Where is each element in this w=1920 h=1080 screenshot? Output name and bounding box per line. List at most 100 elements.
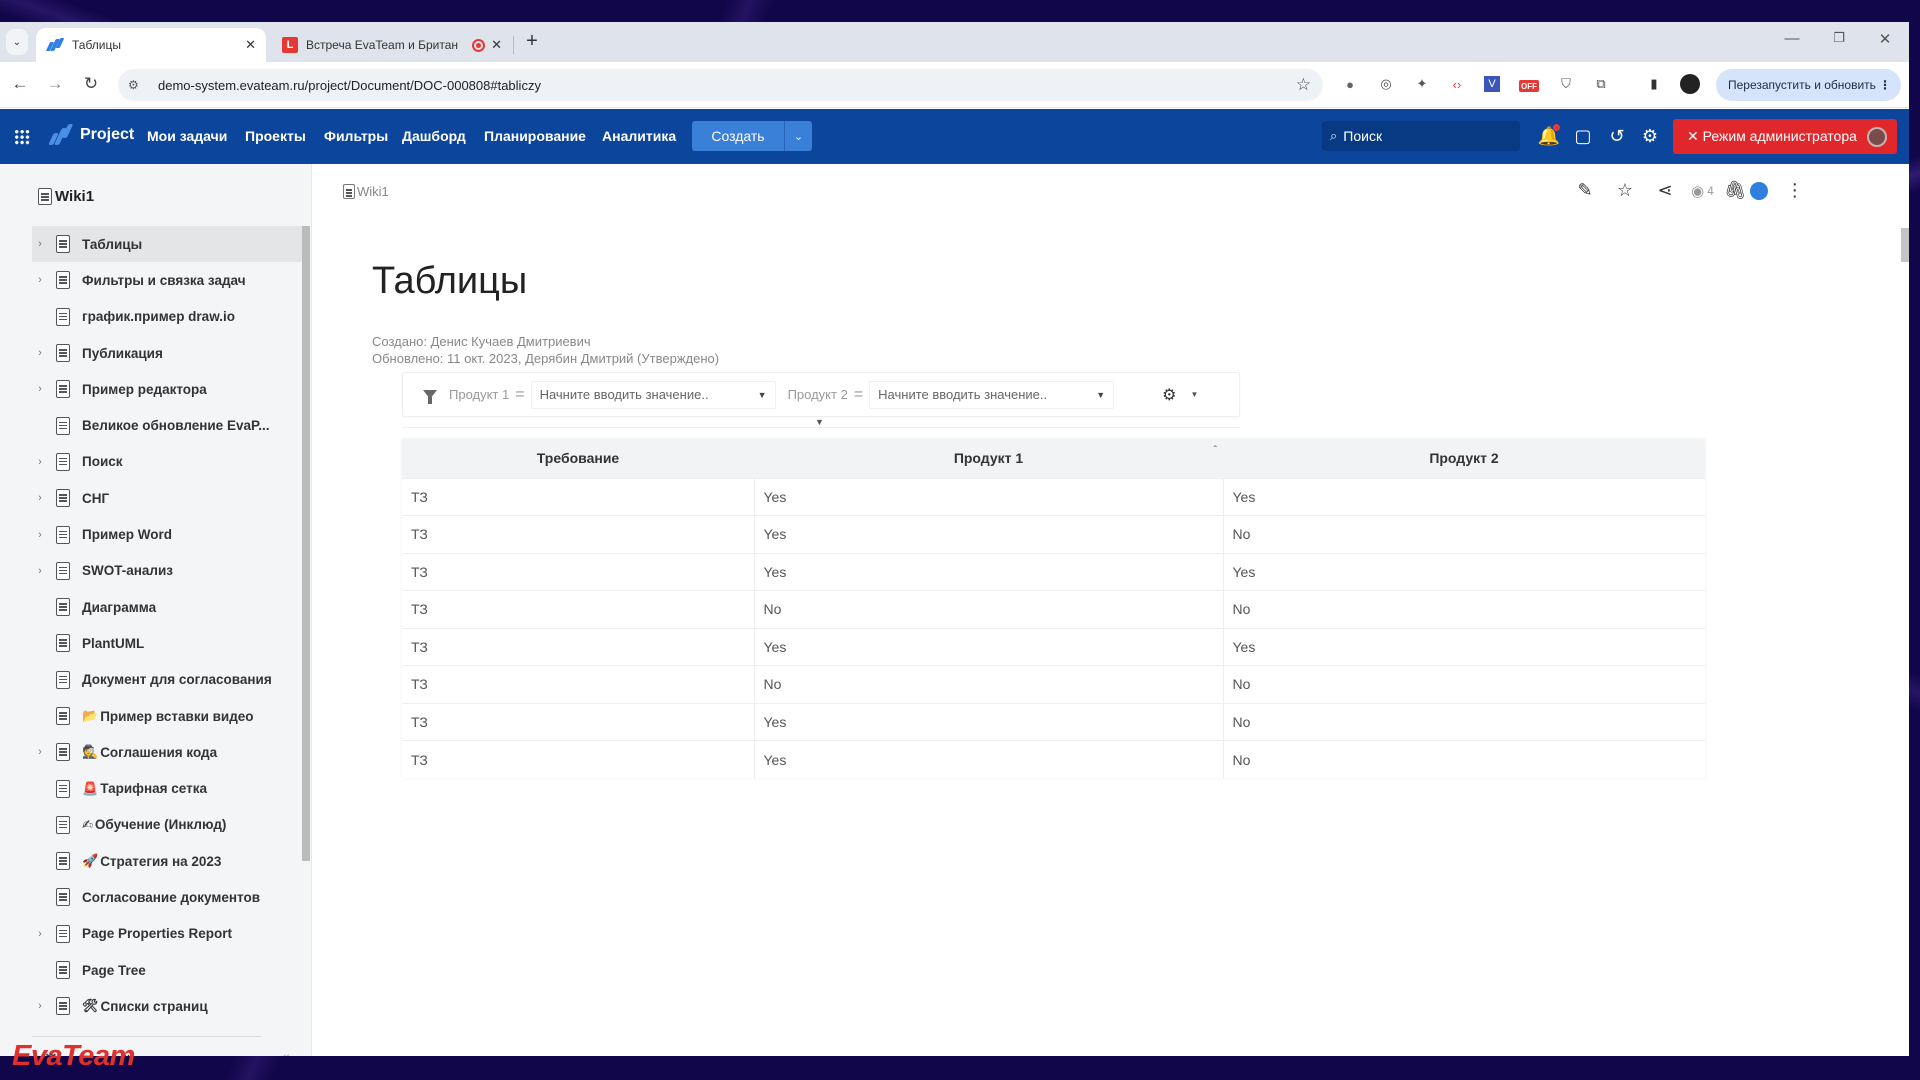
table-cell[interactable]: ТЗ [402,515,754,553]
more-options-icon[interactable]: ⋮ [1786,180,1804,201]
code-ext-icon[interactable]: ‹› [1447,74,1467,94]
sidebar-item[interactable]: › 🕵 Соглашения кода [32,734,302,770]
tab-search-button[interactable]: ⌄ [6,29,28,55]
sidebar-item[interactable]: › Пример редактора [32,371,302,407]
table-cell[interactable]: Yes [753,552,1223,591]
table-cell[interactable]: ТЗ [402,590,754,628]
table-cell[interactable]: Yes [1222,477,1705,516]
table-cell[interactable]: Yes [753,740,1223,778]
sidebar-item[interactable]: › 🛠 Списки страниц [32,988,302,1024]
minimize-icon[interactable]: — [1780,30,1804,47]
share-icon[interactable]: ⋖ [1651,180,1679,201]
nav-analytics[interactable]: Аналитика [602,128,676,144]
sidebar-item[interactable]: Page Tree [32,952,302,988]
table-cell[interactable]: Yes [753,627,1223,666]
chevron-right-icon[interactable]: › [32,1000,48,1012]
nav-dashboard[interactable]: Дашборд [402,128,466,144]
chevron-right-icon[interactable]: › [32,383,48,395]
filter-product2-select[interactable]: Начните вводить значение.. ▼ [869,380,1115,409]
table-cell[interactable]: No [753,590,1223,628]
search-input[interactable]: ⌕ Поиск [1322,121,1520,151]
chevron-right-icon[interactable]: › [32,928,48,940]
table-cell[interactable]: ТЗ [402,740,754,778]
filter-settings-gear-icon[interactable]: ⚙ [1162,385,1176,405]
globe-ext-icon[interactable]: ● [1340,74,1360,94]
tab-tablicy[interactable]: Таблицы ✕ [36,28,266,62]
shield-check-ext-icon[interactable]: ⛉ [1556,74,1576,94]
new-tab-button[interactable]: + [520,30,544,53]
table-cell[interactable]: No [1222,590,1705,628]
attachment-icon[interactable]: 🖇 [1724,180,1747,201]
filter-product1-select[interactable]: Начните вводить значение.. ▼ [530,380,776,409]
close-tab-icon[interactable]: ✕ [491,37,502,53]
sidebar-item[interactable]: › Page Properties Report [32,916,302,952]
close-window-icon[interactable]: ✕ [1873,30,1897,48]
table-cell[interactable]: ТЗ [402,665,754,703]
close-tab-icon[interactable]: ✕ [245,37,256,53]
sort-asc-icon[interactable]: ˆ [1214,445,1217,456]
restart-update-button[interactable]: Перезапустить и обновить ⋮ [1716,69,1901,101]
collapse-sidebar-icon[interactable]: « [282,1048,290,1056]
breadcrumb[interactable]: Wiki1 [343,184,389,199]
sidebar-item[interactable]: › Поиск [32,444,302,480]
sidebar-item[interactable]: Документ для согласования [32,662,302,698]
user-avatar[interactable] [1867,126,1887,147]
table-cell[interactable]: Yes [1222,552,1705,591]
sidebar-item[interactable]: › Таблицы [32,226,302,263]
sidebar-item[interactable]: ✍ Обучение (Инклюд) [32,807,302,843]
off-ext-icon[interactable]: OFF [1519,80,1539,92]
nav-planning[interactable]: Планирование [484,128,586,144]
admin-mode-button[interactable]: ✕ Режим администратора [1673,119,1897,154]
notes-icon[interactable]: ▢ [1571,124,1595,148]
reload-icon[interactable]: ↻ [80,74,102,94]
header-product1[interactable]: Продукт 1 ˆ [754,439,1223,478]
table-cell[interactable]: No [1222,702,1705,741]
chevron-right-icon[interactable]: › [32,746,48,758]
table-cell[interactable]: No [1222,740,1705,778]
chevron-right-icon[interactable]: › [32,565,48,577]
chevron-right-icon[interactable]: › [32,238,48,250]
sidebar-item[interactable]: › Пример Word [32,516,302,552]
sidebar-item[interactable]: 🚨 Тарифная сетка [32,770,302,806]
table-cell[interactable]: Yes [753,702,1223,741]
browser-menu-icon[interactable]: ⋮ [1879,78,1891,92]
restore-icon[interactable]: ❐ [1827,30,1851,46]
sidebar-scrollbar[interactable] [302,226,310,861]
nav-filters[interactable]: Фильтры [324,128,388,144]
sidebar-item[interactable]: Диаграмма [32,589,302,625]
puzzle-ext-icon[interactable]: ⧉ [1591,74,1611,94]
chevron-right-icon[interactable]: › [32,274,48,286]
table-cell[interactable]: No [1222,665,1705,703]
expand-filter-icon[interactable]: ▼ [815,417,824,427]
settings-gear-icon[interactable]: ⚙ [1638,124,1662,148]
sidebar-item[interactable]: график.пример draw.io [32,299,302,335]
table-cell[interactable]: No [1222,515,1705,553]
sidebar-item[interactable]: › Фильтры и связка задач [32,262,302,298]
sidebar-item[interactable]: Согласование документов [32,879,302,915]
table-cell[interactable]: ТЗ [402,702,754,741]
nav-projects[interactable]: Проекты [245,128,306,144]
forward-icon[interactable]: → [44,74,66,94]
side-panel-icon[interactable]: ▮ [1644,74,1664,94]
apps-grid-icon[interactable] [14,129,30,145]
bookmark-star-icon[interactable]: ☆ [1296,75,1311,95]
create-dropdown-icon[interactable]: ⌄ [784,121,812,151]
header-requirement[interactable]: Требование [402,439,754,478]
table-cell[interactable]: Yes [753,515,1223,553]
chevron-right-icon[interactable]: › [32,492,48,504]
url-field[interactable]: ⚙ demo-system.evateam.ru/project/Documen… [118,69,1323,101]
edit-pencil-icon[interactable]: ✎ [1571,180,1599,201]
globe-publish-icon[interactable] [1749,181,1768,200]
table-cell[interactable]: No [753,665,1223,703]
profile-avatar[interactable] [1680,74,1700,94]
table-cell[interactable]: Yes [753,477,1223,516]
sidebar-item[interactable]: › SWOT-анализ [32,553,302,589]
brand[interactable]: Project [48,123,134,147]
chevron-right-icon[interactable]: › [32,529,48,541]
table-cell[interactable]: ТЗ [402,627,754,666]
bird-ext-icon[interactable]: ✦ [1412,74,1432,94]
history-icon[interactable]: ↺ [1605,124,1629,148]
v-ext-icon[interactable]: V [1484,76,1500,92]
site-info-icon[interactable]: ⚙ [128,78,148,92]
chevron-right-icon[interactable]: › [32,347,48,359]
